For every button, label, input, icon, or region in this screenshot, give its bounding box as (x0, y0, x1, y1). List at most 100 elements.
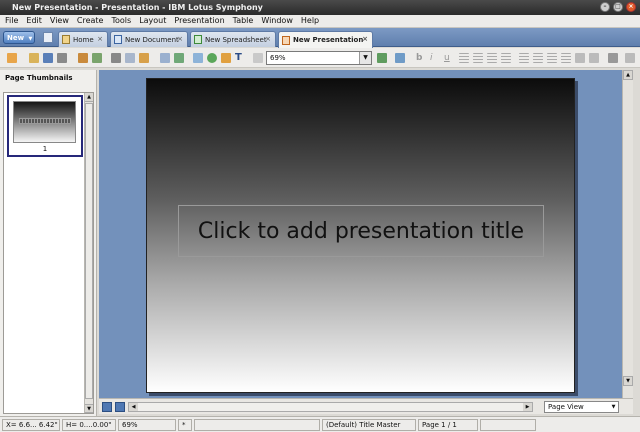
shape-icon[interactable] (207, 53, 217, 63)
print-icon[interactable] (57, 53, 67, 63)
paste-icon[interactable] (139, 53, 149, 63)
image-icon[interactable] (221, 53, 231, 63)
menu-table[interactable]: Table (233, 16, 254, 27)
thumbnail-list: 1 ▲ ▼ (3, 92, 94, 414)
numbering-icon[interactable] (533, 53, 543, 63)
tab-label: Home (73, 35, 94, 44)
slide-canvas[interactable]: Click to add presentation title (146, 78, 575, 393)
scroll-up-icon[interactable]: ▲ (623, 70, 633, 80)
normal-view-icon[interactable] (102, 402, 112, 412)
menu-edit[interactable]: Edit (26, 16, 42, 27)
outline-view-icon[interactable] (115, 402, 125, 412)
scroll-down-icon[interactable]: ▼ (623, 376, 633, 386)
scrollbar-thumb[interactable] (85, 103, 93, 399)
presentation-icon (282, 35, 290, 45)
new-button-label: New (7, 34, 25, 42)
maximize-button[interactable]: □ (613, 2, 623, 12)
slide-layout-icon[interactable] (160, 53, 170, 63)
scroll-right-icon[interactable]: ▶ (523, 403, 532, 411)
menu-create[interactable]: Create (77, 16, 104, 27)
status-modified: * (178, 419, 192, 431)
tab-new-presentation[interactable]: New Presentation × (278, 31, 373, 48)
home-icon (62, 35, 70, 44)
text-icon[interactable]: T (235, 53, 245, 63)
tab-new-document[interactable]: New Document × (110, 31, 188, 47)
align-left-icon[interactable] (459, 53, 469, 63)
horizontal-scrollbar[interactable]: ◀ ▶ (128, 402, 533, 412)
new-button[interactable]: New ▼ (3, 31, 35, 44)
more-tools-icon[interactable] (625, 53, 635, 63)
underline-icon[interactable]: u (444, 53, 454, 63)
status-position: X= 6.6... 6.42" (2, 419, 60, 431)
spreadsheet-icon (194, 35, 202, 44)
thumbnail-scrollbar[interactable]: ▲ ▼ (84, 93, 93, 413)
status-empty (194, 419, 320, 431)
zoom-select[interactable]: 69% ▼ (266, 51, 372, 65)
menu-file[interactable]: File (5, 16, 18, 27)
documents-icon[interactable] (43, 32, 53, 43)
chevron-down-icon: ▼ (28, 36, 33, 42)
redo-icon[interactable] (92, 53, 102, 63)
slide-thumbnail[interactable]: 1 (7, 95, 83, 157)
menu-window[interactable]: Window (261, 16, 293, 27)
format-paint-icon[interactable] (377, 53, 387, 63)
title-placeholder[interactable]: Click to add presentation title (178, 205, 544, 257)
view-mode-select[interactable]: Page View ▼ (544, 401, 619, 413)
toolbar: T 69% ▼ b i u (0, 48, 640, 68)
paragraph-spacing-icon[interactable] (589, 53, 599, 63)
new-slide-icon[interactable] (7, 53, 17, 63)
menu-view[interactable]: View (50, 16, 69, 27)
close-tab-icon[interactable]: × (265, 35, 271, 43)
close-window-button[interactable]: × (626, 2, 636, 12)
properties-icon[interactable] (395, 53, 405, 63)
thumbnail-number: 1 (42, 145, 48, 153)
chevron-down-icon: ▼ (611, 404, 616, 410)
menu-tools[interactable]: Tools (111, 16, 131, 27)
status-blank (480, 419, 536, 431)
align-right-icon[interactable] (487, 53, 497, 63)
close-tab-icon[interactable]: × (362, 35, 368, 43)
copy-icon[interactable] (125, 53, 135, 63)
line-spacing-icon[interactable] (575, 53, 585, 63)
menu-presentation[interactable]: Presentation (174, 16, 224, 27)
scroll-left-icon[interactable]: ◀ (129, 403, 138, 411)
scroll-down-icon[interactable]: ▼ (85, 404, 93, 413)
tab-label: New Presentation (293, 36, 364, 44)
tab-label: New Document (125, 35, 179, 44)
decrease-indent-icon[interactable] (547, 53, 557, 63)
bold-icon[interactable]: b (416, 53, 426, 63)
close-tab-icon[interactable]: × (177, 35, 183, 43)
align-center-icon[interactable] (473, 53, 483, 63)
slide-show-icon[interactable] (174, 53, 184, 63)
undo-icon[interactable] (78, 53, 88, 63)
document-icon (114, 35, 122, 44)
scroll-up-icon[interactable]: ▲ (85, 93, 93, 102)
bullets-icon[interactable] (519, 53, 529, 63)
close-tab-icon[interactable]: × (97, 35, 103, 43)
workspace-vertical-scrollbar[interactable]: ▲ ▼ (622, 70, 633, 398)
status-master: (Default) Title Master (322, 419, 416, 431)
justify-icon[interactable] (501, 53, 511, 63)
thumbnail-preview (13, 101, 76, 143)
status-size: H= 0....0.00" (62, 419, 116, 431)
chevron-down-icon: ▼ (359, 52, 371, 64)
document-tab-bar: New ▼ Home × New Document × New Spreadsh… (0, 28, 640, 48)
open-folder-icon[interactable] (29, 53, 39, 63)
minimize-button[interactable]: – (600, 2, 610, 12)
window-title-bar: New Presentation - Presentation - IBM Lo… (0, 0, 640, 15)
italic-icon[interactable]: i (430, 53, 440, 63)
status-zoom[interactable]: 69% (118, 419, 176, 431)
tab-new-spreadsheet[interactable]: New Spreadsheet × (190, 31, 276, 47)
increase-indent-icon[interactable] (561, 53, 571, 63)
menu-layout[interactable]: Layout (139, 16, 166, 27)
menu-help[interactable]: Help (301, 16, 319, 27)
text-direction-icon[interactable] (608, 53, 618, 63)
status-page: Page 1 / 1 (418, 419, 478, 431)
tab-home[interactable]: Home × (58, 31, 108, 47)
page-thumbnails-panel: Page Thumbnails 1 ▲ ▼ (0, 70, 97, 416)
thumbnail-title-line (19, 118, 71, 124)
zoom-icon[interactable] (253, 53, 263, 63)
save-icon[interactable] (43, 53, 53, 63)
table-icon[interactable] (193, 53, 203, 63)
cut-icon[interactable] (111, 53, 121, 63)
